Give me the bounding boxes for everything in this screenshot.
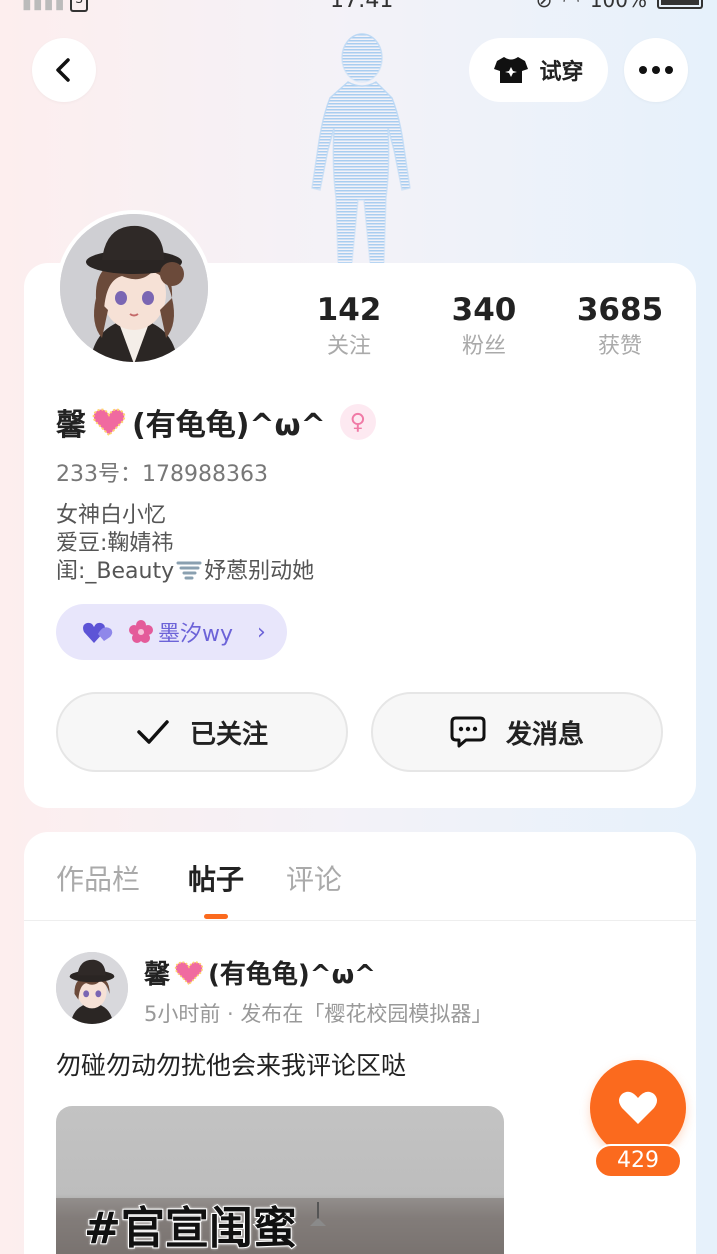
username: 馨 (有龟龟)^ω^ ♀ [56,400,376,444]
mute-icon: ⊘ [535,0,553,12]
bio-line: 妤蒽别动她 [204,559,315,584]
tornado-icon [176,561,202,580]
message-label: 发消息 [505,719,584,750]
status-time: 17:41 [330,0,394,13]
tab-works[interactable]: 作品栏 [56,858,140,898]
bio-line: 闺:_Beauty [56,559,175,584]
cp-link[interactable]: 墨汐wy › [56,604,287,660]
flower-icon [129,620,153,643]
stat-label: 粉丝 [461,334,506,359]
stat-value: 340 [451,292,517,328]
message-button[interactable]: 发消息 [371,692,663,772]
username-prefix: 馨 [56,408,86,443]
avatar-image [60,214,208,362]
battery-icon [657,0,703,9]
post-image[interactable]: #官宣闺蜜 [56,1106,504,1254]
post-meta[interactable]: 5小时前 · 发布在「樱花校园模拟器」 [144,998,492,1028]
pink-heart-icon [92,408,126,437]
hologram-figure [311,33,411,263]
post-image-caption: #官宣闺蜜 [83,1202,298,1254]
status-right: ⊘ ◠ 100% [536,0,703,12]
tab-comments[interactable]: 评论 [286,858,342,898]
battery-percent: 100% [589,0,647,12]
author-suffix: (有龟龟)^ω^ [208,960,376,990]
bio-line-3: 闺:_Beauty 妤蒽别动她 [56,558,314,586]
tshirt-icon [494,57,529,83]
followed-button[interactable]: 已关注 [56,692,348,772]
active-tab-indicator [204,914,228,919]
bio-line: 女神白小忆 [56,503,167,528]
post-author-avatar[interactable] [56,952,128,1024]
stat-value: 3685 [576,292,664,328]
post-text[interactable]: 勿碰勿动勿扰他会来我评论区哒 [56,1046,406,1082]
bio-line: 爱豆:鞠婧祎 [56,531,174,556]
cp-name: 墨汐wy [158,622,234,647]
followed-label: 已关注 [189,719,268,750]
status-bar: ▮▮▮▮ S 17:41 ⊘ ◠ 100% [0,0,717,16]
check-icon [137,720,169,744]
heart-icon [619,1091,657,1124]
like-count: 429 [594,1144,682,1178]
stat-label: 关注 [326,334,371,359]
author-prefix: 馨 [144,960,171,990]
try-on-button[interactable]: 试穿 [469,38,608,102]
try-on-label: 试穿 [539,60,584,85]
profile-bio: 女神白小忆 爱豆:鞠婧祎 闺:_Beauty 妤蒽别动她 [56,502,314,586]
wifi-icon: ◠ [562,0,580,12]
like-button[interactable] [590,1060,686,1156]
chevron-left-icon [56,58,70,82]
tab-posts[interactable]: 帖子 [188,858,244,898]
back-button[interactable] [32,38,96,102]
stat-likes[interactable]: 3685 获赞 [565,290,675,364]
stat-following[interactable]: 142 关注 [294,290,404,364]
pink-heart-icon [174,960,204,985]
sim-icon: S [70,0,88,12]
stat-value: 142 [316,292,382,328]
stat-label: 获赞 [597,334,642,359]
tabs-divider [24,920,696,921]
uid-label: 233号： [56,462,142,487]
more-button[interactable] [624,38,688,102]
chevron-right-icon: › [257,619,266,645]
double-heart-icon [83,622,113,643]
post-author-name[interactable]: 馨 (有龟龟)^ω^ [144,954,376,991]
female-gender-icon: ♀ [339,404,376,440]
uid-value: 178988363 [142,462,268,487]
profile-avatar[interactable] [56,210,212,366]
chat-bubble-icon [450,716,486,748]
signal-icon: ▮▮▮▮ [22,0,66,13]
more-dots-icon [639,66,673,74]
user-id: 233号：178988363 [56,456,268,488]
username-suffix: (有龟龟)^ω^ [132,408,326,443]
stat-followers[interactable]: 340 粉丝 [429,290,539,364]
